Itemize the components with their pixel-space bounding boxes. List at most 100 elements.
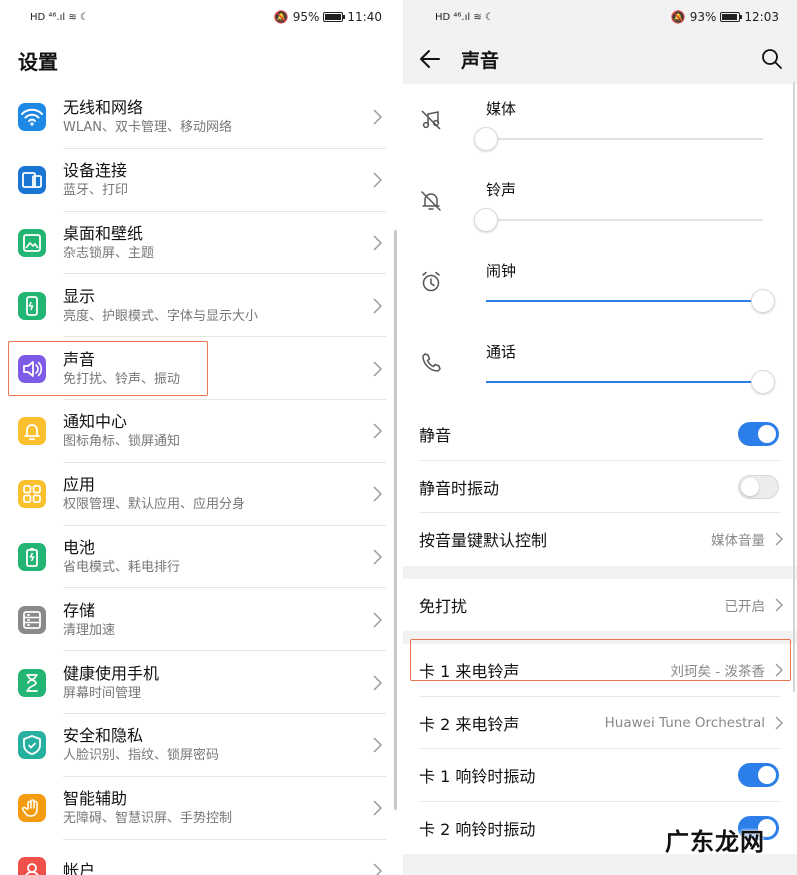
settings-item[interactable]: 健康使用手机屏幕时间管理 xyxy=(0,651,400,714)
sound-settings-screen: HD ⁴⁶.ıl ≋ ☾ 🔕 93% 12:03 声音 媒体 铃声 闹钟 通话 静音 … xyxy=(403,0,797,875)
settings-item-subtitle: 清理加速 xyxy=(63,622,116,638)
settings-item[interactable]: 存储 清理加速 xyxy=(0,588,400,652)
volume-row: 通话 xyxy=(403,327,797,408)
settings-item-subtitle: 权限管理、默认应用、应用分身 xyxy=(63,497,246,513)
chevron-right-icon xyxy=(373,549,382,565)
hourglass-icon xyxy=(18,668,46,697)
silent-bell-icon: 🔕 xyxy=(273,10,289,24)
ringer-muted-icon xyxy=(421,191,441,211)
sim1-vibrate-toggle[interactable] xyxy=(738,763,779,788)
chevron-right-icon xyxy=(775,663,783,677)
device-connection-icon xyxy=(18,166,46,195)
settings-item-title: 通知中心 xyxy=(63,412,128,432)
scrollbar[interactable] xyxy=(394,230,397,810)
phone-icon xyxy=(422,353,441,372)
volume-slider[interactable] xyxy=(474,127,763,151)
slider-thumb[interactable] xyxy=(751,370,775,394)
chevron-right-icon xyxy=(373,737,382,753)
battery-percent: 93% xyxy=(689,10,717,24)
chevron-right-icon xyxy=(373,298,382,314)
chevron-right-icon xyxy=(775,716,783,730)
volume-key-value: 媒体音量 xyxy=(711,533,765,550)
settings-item-subtitle: 杂志锁屏、主题 xyxy=(63,245,155,261)
settings-item[interactable]: 智能辅助 无障碍、智慧识屏、手势控制 xyxy=(0,777,400,840)
settings-item[interactable]: 无线和网络 WLAN、双卡管理、移动网络 xyxy=(0,86,400,149)
sim2-ringtone-label: 卡 2 来电铃声 xyxy=(419,714,520,734)
silent-row[interactable]: 静音 xyxy=(403,408,797,461)
volume-sliders: 媒体铃声闹钟通话 xyxy=(403,84,797,408)
chevron-right-icon xyxy=(373,486,382,502)
battery-icon xyxy=(323,12,346,22)
sim2-ringtone-row[interactable]: 卡 2 来电铃声 Huawei Tune Orchestral xyxy=(403,697,797,749)
settings-item-title: 帐户 xyxy=(63,861,96,875)
back-arrow-icon[interactable] xyxy=(419,48,441,70)
dnd-row[interactable]: 免打扰 已开启 xyxy=(403,579,797,632)
settings-item[interactable]: 帐户 xyxy=(0,840,400,875)
scrollbar[interactable] xyxy=(793,82,795,692)
settings-list: 无线和网络 WLAN、双卡管理、移动网络 设备连接 蓝牙、打印桌面和壁纸杂志锁屏、主题… xyxy=(0,86,400,875)
signal-status-text: HD ⁴⁶.ıl ≋ ☾ xyxy=(30,11,89,23)
settings-item-subtitle: 免打扰、铃声、振动 xyxy=(63,371,181,387)
app-bar: 声音 xyxy=(403,34,797,84)
volume-card: 媒体铃声闹钟通话 静音 静音时振动 按音量键默认控制 媒体音量 xyxy=(403,84,797,566)
storage-icon xyxy=(18,605,46,634)
slider-thumb[interactable] xyxy=(751,289,775,313)
volume-label: 通话 xyxy=(486,343,517,361)
sim1-vibrate-row[interactable]: 卡 1 响铃时振动 xyxy=(403,749,797,802)
status-bar: HD ⁴⁶.ıl ≋ ☾ 🔕 95% 11:40 xyxy=(0,0,400,34)
display-icon xyxy=(18,291,46,320)
settings-item-title: 智能辅助 xyxy=(63,789,128,809)
sim1-ringtone-value: 刘珂矣 - 泼茶香 xyxy=(670,664,765,681)
settings-item-subtitle: 亮度、护眼模式、字体与显示大小 xyxy=(63,308,259,324)
sim1-vibrate-label: 卡 1 响铃时振动 xyxy=(419,767,536,787)
settings-item[interactable]: 应用权限管理、默认应用、应用分身 xyxy=(0,463,400,526)
settings-item-subtitle: 人脸识别、指纹、锁屏密码 xyxy=(63,748,220,764)
sim1-ringtone-label: 卡 1 来电铃声 xyxy=(419,662,520,682)
silent-vibrate-label: 静音时振动 xyxy=(419,478,500,498)
settings-item[interactable]: 安全和隐私 人脸识别、指纹、锁屏密码 xyxy=(0,714,400,777)
silent-label: 静音 xyxy=(419,426,452,446)
settings-item[interactable]: 设备连接 蓝牙、打印 xyxy=(0,149,400,212)
settings-item[interactable]: 桌面和壁纸杂志锁屏、主题 xyxy=(0,212,400,275)
search-icon[interactable] xyxy=(761,48,783,70)
slider-thumb[interactable] xyxy=(474,208,498,232)
volume-slider[interactable] xyxy=(486,370,775,394)
chevron-right-icon xyxy=(775,532,783,546)
settings-item-title: 显示 xyxy=(63,286,96,306)
volume-key-row[interactable]: 按音量键默认控制 媒体音量 xyxy=(403,513,797,566)
shield-icon xyxy=(18,731,46,760)
volume-slider[interactable] xyxy=(474,208,763,232)
settings-item[interactable]: 声音 免打扰、铃声、振动 xyxy=(0,337,400,400)
settings-item-subtitle: 屏幕时间管理 xyxy=(63,685,142,701)
volume-label: 闹钟 xyxy=(486,262,517,280)
chevron-right-icon xyxy=(373,612,382,628)
settings-item[interactable]: 显示亮度、护眼模式、字体与显示大小 xyxy=(0,274,400,338)
sim1-ringtone-row[interactable]: 卡 1 来电铃声 刘珂矣 - 泼茶香 xyxy=(403,644,797,697)
silent-toggle[interactable] xyxy=(738,422,779,447)
settings-item[interactable]: 通知中心 图标角标、锁屏通知 xyxy=(0,400,400,463)
silent-vibrate-row[interactable]: 静音时振动 xyxy=(403,461,797,513)
wifi-icon xyxy=(18,103,46,132)
notification-icon xyxy=(18,417,46,446)
sim2-ringtone-value: Huawei Tune Orchestral xyxy=(604,714,765,731)
clock: 11:40 xyxy=(347,10,382,24)
volume-row: 铃声 xyxy=(403,165,797,246)
silent-vibrate-toggle[interactable] xyxy=(738,474,779,499)
watermark: 广东龙网 xyxy=(665,828,765,856)
status-icons: HD ⁴⁶.ıl ≋ ☾ xyxy=(30,12,89,23)
settings-item-title: 应用 xyxy=(63,475,96,495)
page-title: 声音 xyxy=(461,49,500,72)
settings-item-title: 桌面和壁纸 xyxy=(63,223,144,243)
dnd-card: 免打扰 已开启 xyxy=(403,578,797,632)
volume-row: 媒体 xyxy=(403,84,797,165)
slider-thumb[interactable] xyxy=(474,127,498,151)
settings-item-title: 电池 xyxy=(63,537,96,557)
signal-status-text: HD ⁴⁶.ıl ≋ ☾ xyxy=(435,11,494,23)
dnd-label: 免打扰 xyxy=(419,596,468,616)
volume-label: 铃声 xyxy=(486,181,517,199)
sound-icon xyxy=(18,354,46,383)
settings-item-title: 健康使用手机 xyxy=(63,663,160,683)
settings-item[interactable]: 电池 省电模式、耗电排行 xyxy=(0,526,400,589)
volume-slider[interactable] xyxy=(486,289,775,313)
media-muted-icon xyxy=(421,110,441,130)
